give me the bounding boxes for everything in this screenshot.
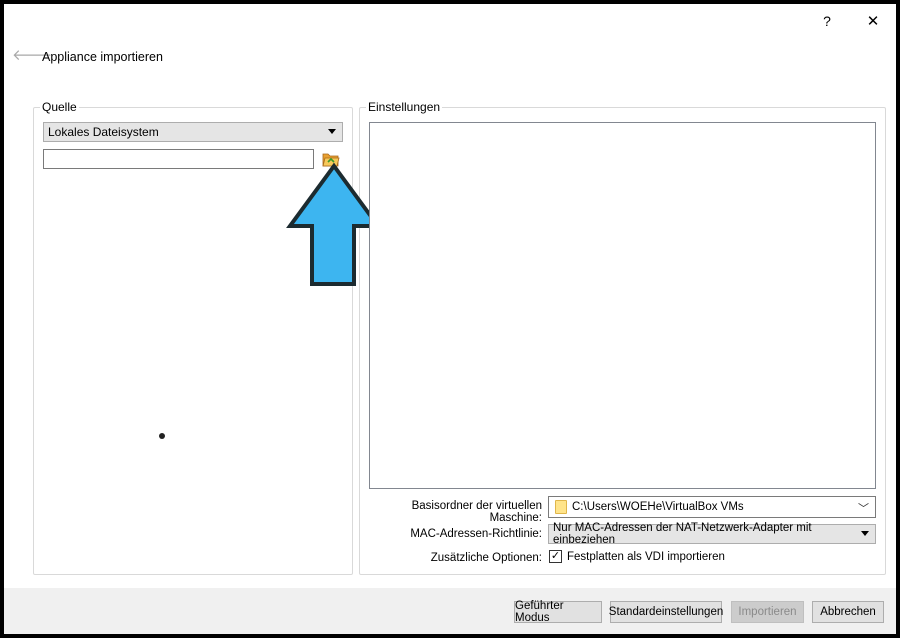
dropdown-arrow-icon [861,531,869,536]
source-select[interactable]: Lokales Dateisystem [43,122,343,142]
arrow-up-icon [286,162,382,286]
settings-tree-view[interactable] [369,122,876,489]
guided-mode-button[interactable]: Geführter Modus [514,600,602,624]
dropdown-arrow-icon [328,129,336,134]
mac-policy-select[interactable]: Nur MAC-Adressen der NAT-Netzwerk-Adapte… [548,522,876,546]
import-appliance-dialog: ? ✕ 🡐 Appliance importieren Quelle Einst… [4,4,896,634]
chevron-down-icon: ﹀ [858,503,869,515]
back-arrow-icon[interactable]: 🡐 [12,48,52,64]
source-select-value: Lokales Dateisystem [48,125,159,139]
mac-policy-value: Nur MAC-Adressen der NAT-Netzwerk-Adapte… [553,522,812,546]
base-folder-value: C:\Users\WOEHe\VirtualBox VMs [572,501,744,513]
base-folder-select[interactable]: C:\Users\WOEHe\VirtualBox VMs ﹀ [548,496,876,518]
import-button[interactable]: Importieren [731,601,804,623]
vdi-checkbox[interactable]: ✓ [549,550,562,563]
stray-dot [159,433,165,439]
close-button[interactable]: ✕ [861,10,885,32]
vdi-option[interactable]: ✓ Festplatten als VDI importieren [548,550,725,563]
folder-icon [555,500,567,514]
settings-legend: Einstellungen [368,100,441,114]
mac-policy-label: MAC-Adressen-Richtlinie: [410,528,542,540]
additional-options-label: Zusätzliche Optionen: [430,552,542,564]
help-button[interactable]: ? [815,10,839,32]
base-folder-label: Basisordner der virtuellen Maschine: [411,500,542,524]
vdi-checkbox-label: Festplatten als VDI importieren [567,550,725,563]
source-legend: Quelle [42,100,77,114]
page-title: Appliance importieren [42,50,163,64]
cancel-button[interactable]: Abbrechen [812,601,884,623]
restore-defaults-button[interactable]: Standardeinstellungen [609,601,723,623]
file-path-input[interactable] [43,149,314,169]
